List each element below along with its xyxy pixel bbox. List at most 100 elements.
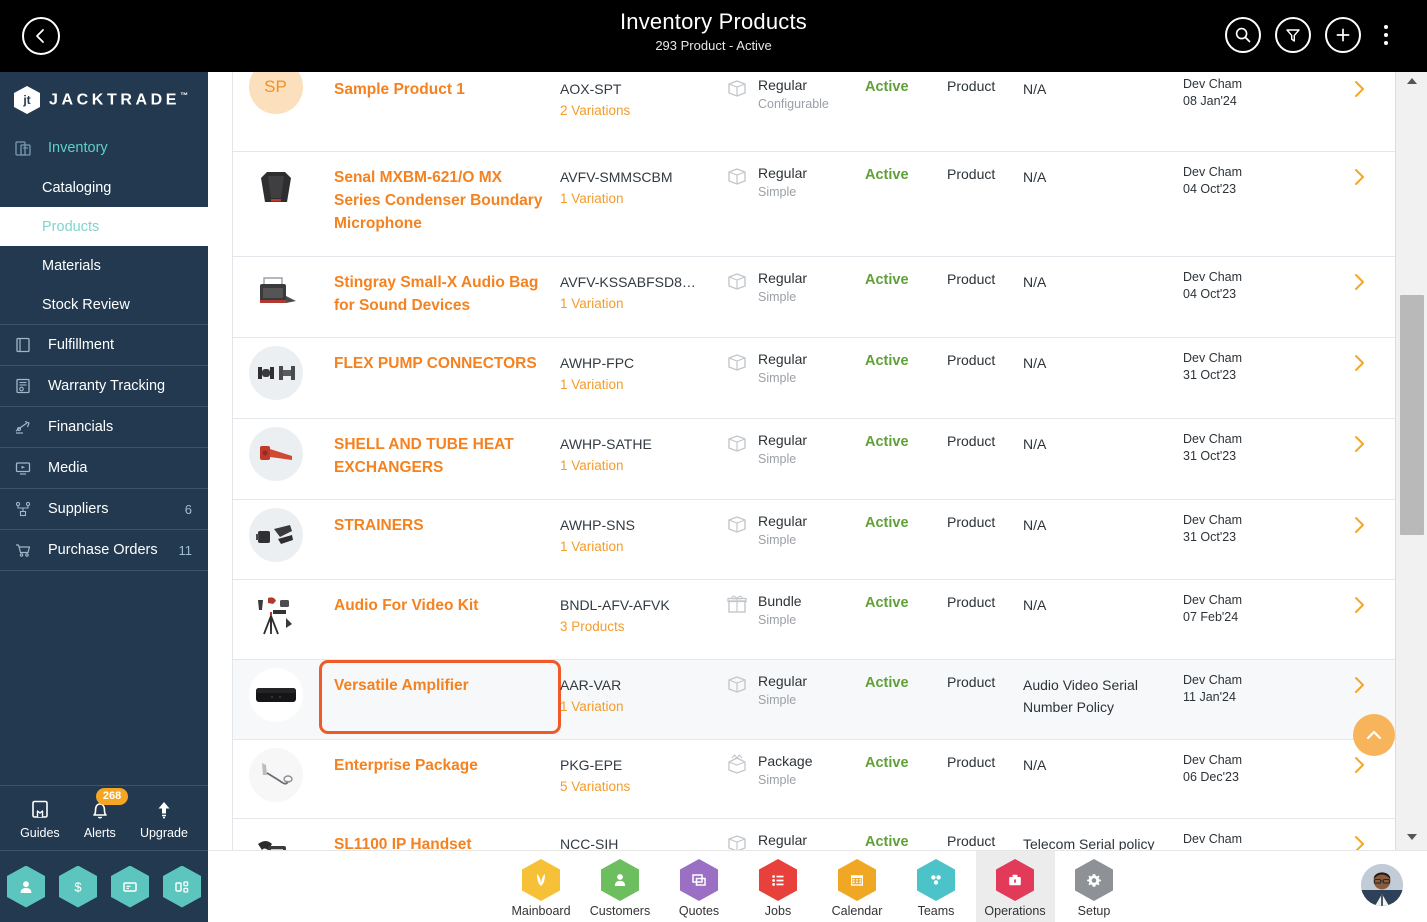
product-name-link[interactable]: Stingray Small-X Audio Bag for Sound Dev…: [334, 271, 546, 317]
scrollbar-thumb[interactable]: [1400, 295, 1424, 535]
row-user-date: 08 Jan'24: [1183, 94, 1237, 108]
row-open-button[interactable]: [1323, 257, 1395, 293]
brand-name-text: JACKTRADE: [49, 91, 181, 109]
sidebar-item-purchase-orders[interactable]: Purchase Orders 11: [0, 530, 208, 570]
table-row[interactable]: FLEX PUMP CONNECTORS AWHP-FPC 1 Variatio…: [233, 338, 1395, 419]
audio-bag-image: [259, 277, 296, 303]
row-type-cell: Bundle Simple: [725, 580, 865, 629]
product-variations-link[interactable]: 1 Variation: [560, 374, 719, 396]
row-type-cell: Regular Simple: [725, 500, 865, 549]
more-options-button[interactable]: [1375, 17, 1397, 53]
product-variations-link[interactable]: 5 Variations: [560, 776, 719, 798]
tab-calendar[interactable]: Calendar: [818, 851, 897, 922]
enterprise-package-image: [261, 763, 293, 785]
sidebar-item-stock-review[interactable]: Stock Review: [0, 285, 208, 324]
scrollbar-up-button[interactable]: [1396, 72, 1427, 90]
row-open-button[interactable]: [1323, 819, 1395, 850]
row-user-date: 31 Oct'23: [1183, 530, 1237, 544]
product-name-link[interactable]: STRAINERS: [334, 514, 546, 537]
row-status-cell: Active: [865, 257, 947, 289]
row-user-cell: Dev Cham 06 Dec'23: [1183, 740, 1323, 786]
sidebar-item-materials[interactable]: Materials: [0, 246, 208, 285]
tab-setup[interactable]: Setup: [1055, 851, 1134, 922]
row-open-button[interactable]: [1323, 580, 1395, 616]
product-name-link[interactable]: Audio For Video Kit: [334, 594, 546, 617]
mainboard-icon: [537, 874, 545, 886]
product-variations-link[interactable]: 3 Products: [560, 616, 719, 638]
alerts-button[interactable]: 268 Alerts: [84, 788, 129, 840]
product-variations-link[interactable]: 1 Variation: [560, 188, 719, 210]
table-row[interactable]: STRAINERS AWHP-SNS 1 Variation Regular S…: [233, 500, 1395, 580]
tab-teams[interactable]: Teams: [897, 851, 976, 922]
table-row[interactable]: Audio For Video Kit BNDL-AFV-AFVK 3 Prod…: [233, 580, 1395, 660]
product-name-link[interactable]: SHELL AND TUBE HEAT EXCHANGERS: [334, 433, 546, 479]
row-kind-cell: Product: [947, 594, 996, 610]
product-name-link[interactable]: SL1100 IP Handset: [334, 833, 546, 850]
product-type-sub: Simple: [758, 773, 797, 787]
product-sku: AAR-VAR: [560, 677, 622, 693]
tab-jobs[interactable]: Jobs: [739, 851, 818, 922]
status-badge: Active: [865, 515, 909, 531]
product-type-sub: Simple: [758, 693, 797, 707]
table-row[interactable]: Enterprise Package PKG-EPE 5 Variations …: [233, 740, 1395, 819]
row-open-button[interactable]: [1323, 152, 1395, 188]
sidebar-item-financials[interactable]: Financials: [0, 407, 208, 447]
chevron-right-icon: [1355, 81, 1364, 97]
page-subtitle: 293 Product - Active: [655, 38, 772, 53]
product-thumbnail: [248, 508, 303, 562]
vertical-scrollbar[interactable]: [1395, 72, 1427, 850]
product-name-link[interactable]: Enterprise Package: [334, 754, 546, 777]
tab-mainboard[interactable]: Mainboard: [502, 851, 581, 922]
product-name-link[interactable]: Sample Product 1: [334, 78, 546, 101]
user-avatar[interactable]: [1361, 864, 1403, 906]
product-name-link[interactable]: Versatile Amplifier: [334, 674, 546, 697]
upgrade-button[interactable]: Upgrade: [140, 798, 188, 840]
quotes-icon: [692, 874, 706, 886]
brand-logo-area[interactable]: jt JACKTRADE™: [0, 72, 208, 128]
sidebar-item-fulfillment[interactable]: Fulfillment: [0, 325, 208, 365]
tab-operations[interactable]: Operations: [975, 850, 1055, 922]
table-row[interactable]: SL1100 IP Handset NCC-SIH Regular Active…: [233, 819, 1395, 850]
product-variations-link[interactable]: 2 Variations: [560, 100, 719, 122]
table-row[interactable]: SHELL AND TUBE HEAT EXCHANGERS AWHP-SATH…: [233, 419, 1395, 500]
product-type: Regular: [758, 832, 808, 848]
product-name-link[interactable]: FLEX PUMP CONNECTORS: [334, 352, 546, 375]
sidebar-item-warranty-tracking[interactable]: Warranty Tracking: [0, 366, 208, 406]
row-type-cell: Regular: [725, 819, 865, 850]
product-variations-link[interactable]: 1 Variation: [560, 696, 719, 718]
sidebar-item-cataloging[interactable]: Cataloging: [0, 168, 208, 207]
row-open-button[interactable]: [1323, 338, 1395, 374]
product-variations-link[interactable]: 1 Variation: [560, 293, 719, 315]
tab-customers[interactable]: Customers: [581, 851, 660, 922]
guides-button[interactable]: Guides: [20, 798, 60, 840]
row-open-button[interactable]: [1323, 419, 1395, 455]
row-open-button[interactable]: [1323, 500, 1395, 536]
table-row[interactable]: Versatile Amplifier AAR-VAR 1 Variation …: [233, 660, 1395, 740]
amplifier-image: [255, 688, 296, 702]
filter-button[interactable]: [1275, 17, 1311, 53]
table-row[interactable]: SP Sample Product 1 AOX-SPT 2 Variations…: [233, 72, 1395, 152]
sidebar-item-products[interactable]: Products: [0, 207, 208, 246]
product-variations-link[interactable]: 1 Variation: [560, 455, 719, 477]
search-button[interactable]: [1225, 17, 1261, 53]
product-name-link[interactable]: Senal MXBM-621/O MX Series Condenser Bou…: [334, 166, 546, 235]
scroll-to-top-button[interactable]: [1353, 714, 1395, 756]
chevron-right-icon: [1355, 677, 1364, 693]
tab-quotes[interactable]: Quotes: [660, 851, 739, 922]
row-open-button[interactable]: [1323, 72, 1395, 100]
product-variations-link[interactable]: 1 Variation: [560, 536, 719, 558]
table-row[interactable]: Stingray Small-X Audio Bag for Sound Dev…: [233, 257, 1395, 338]
row-type-text: Regular Simple: [758, 431, 807, 468]
sidebar-item-media[interactable]: Media: [0, 448, 208, 488]
sidebar-item-inventory[interactable]: Inventory: [0, 128, 208, 168]
row-open-button[interactable]: [1323, 660, 1395, 696]
sidebar-item-suppliers[interactable]: Suppliers 6: [0, 489, 208, 529]
products-table[interactable]: SP Sample Product 1 AOX-SPT 2 Variations…: [232, 72, 1395, 850]
teams-hex: [917, 859, 955, 901]
add-button[interactable]: [1325, 17, 1361, 53]
product-sku: BNDL-AFV-AFVK: [560, 597, 670, 613]
scrollbar-down-button[interactable]: [1396, 828, 1427, 846]
chevron-right-icon: [1355, 355, 1364, 371]
back-button[interactable]: [22, 17, 60, 55]
table-row[interactable]: Senal MXBM-621/O MX Series Condenser Bou…: [233, 152, 1395, 257]
